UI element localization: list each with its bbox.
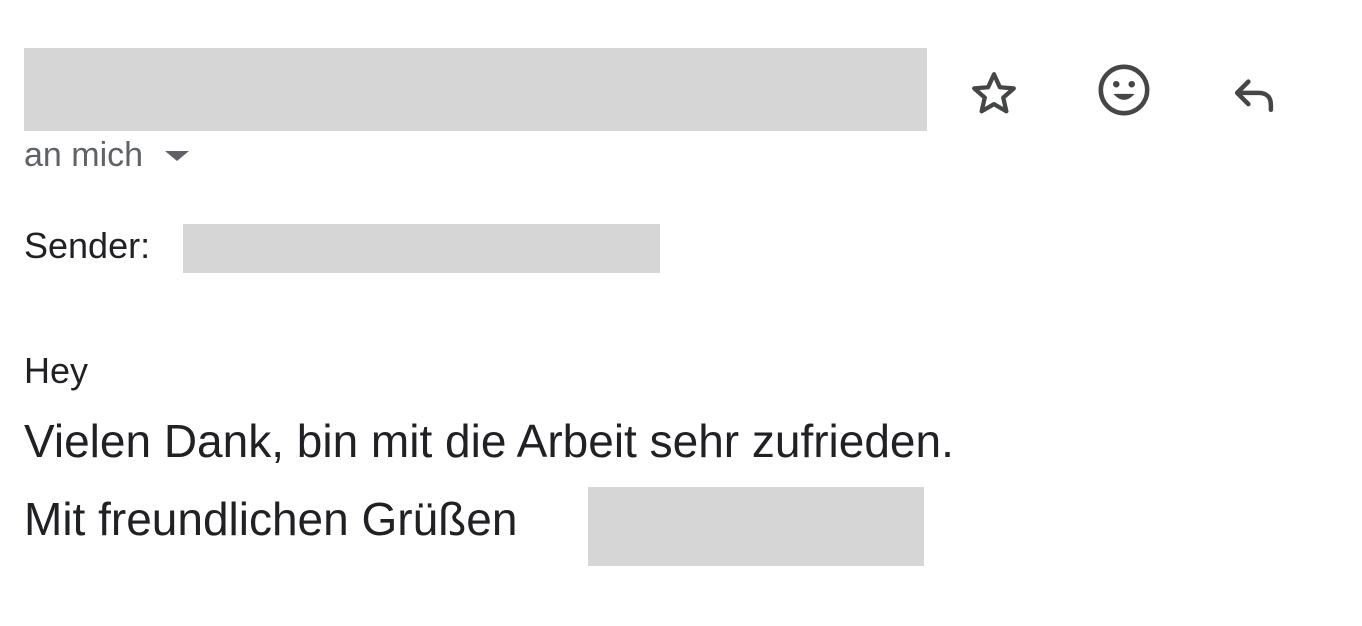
recipient-details-toggle[interactable]: an mich xyxy=(24,133,190,177)
emoji-reaction-button[interactable] xyxy=(1094,60,1154,120)
dropdown-caret-icon[interactable] xyxy=(165,151,190,161)
star-icon xyxy=(972,72,1016,114)
sender-name-redacted xyxy=(24,48,927,131)
sender-address-redacted xyxy=(183,224,660,273)
star-button[interactable] xyxy=(964,64,1024,124)
recipient-text: an mich xyxy=(24,135,144,174)
reply-button[interactable] xyxy=(1224,64,1284,124)
emoji-icon xyxy=(1098,64,1150,116)
sender-label: Sender: xyxy=(24,225,151,266)
reply-icon xyxy=(1234,79,1274,112)
signature-name-redacted xyxy=(588,487,924,566)
message-closing-line: Mit freundlichen Grüßen xyxy=(24,493,518,545)
message-thanks-line: Vielen Dank, bin mit die Arbeit sehr zuf… xyxy=(24,415,954,467)
message-greeting: Hey xyxy=(24,350,89,391)
